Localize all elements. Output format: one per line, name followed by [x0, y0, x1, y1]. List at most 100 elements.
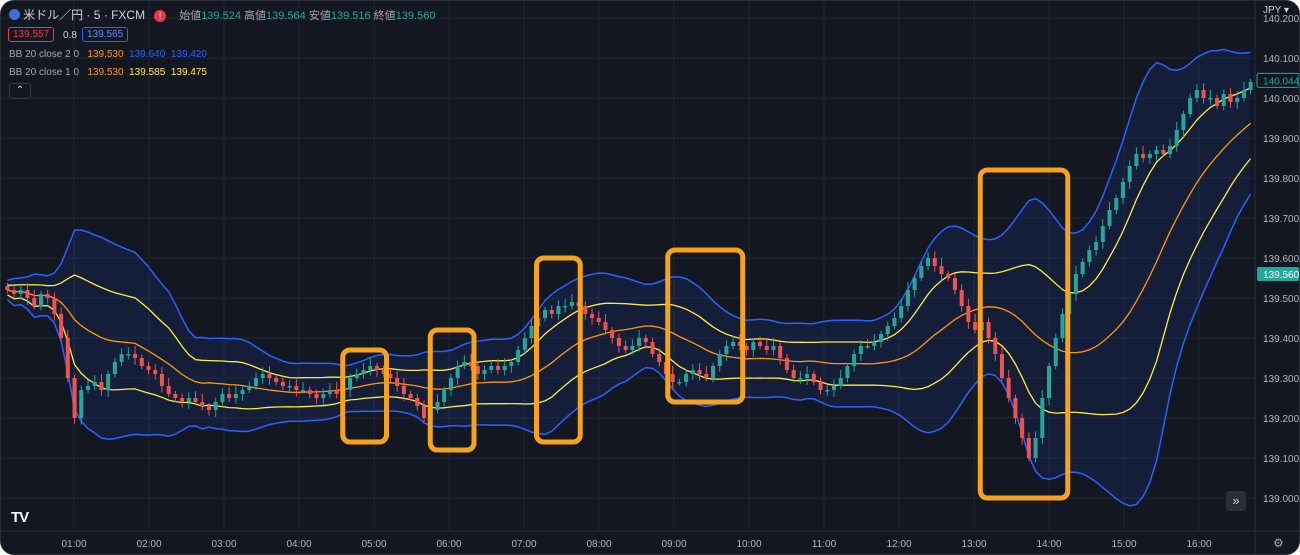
- indicator-bb2[interactable]: BB 20 close 2 0 139.530 139.640 139.420: [9, 49, 207, 60]
- candle: [885, 326, 890, 334]
- candle: [522, 338, 527, 350]
- candle: [556, 306, 561, 314]
- candle: [603, 322, 608, 330]
- candle: [435, 402, 440, 410]
- candle: [92, 382, 97, 386]
- candle: [5, 286, 10, 290]
- candle: [1080, 262, 1085, 274]
- sell-price-button[interactable]: 139.557: [8, 27, 55, 42]
- candle: [1026, 438, 1031, 458]
- candle: [650, 342, 655, 354]
- current-price-label: 140.044: [1263, 76, 1299, 87]
- candle: [1040, 398, 1045, 438]
- buy-price-button[interactable]: 139.565: [82, 27, 129, 42]
- x-tick-label: 15:00: [1111, 539, 1136, 550]
- candle: [784, 358, 789, 370]
- x-tick-label: 02:00: [136, 539, 161, 550]
- candle: [1174, 130, 1179, 146]
- candle: [65, 338, 70, 378]
- double-chevron-right-icon[interactable]: »: [1226, 491, 1246, 511]
- x-tick-label: 04:00: [286, 539, 311, 550]
- candle: [542, 310, 548, 318]
- candle: [502, 366, 507, 370]
- candle: [72, 378, 77, 418]
- candle: [1208, 98, 1213, 100]
- candle: [657, 354, 662, 362]
- candle: [1201, 90, 1206, 98]
- indicator-label: BB 20 close 1 0: [9, 67, 80, 78]
- candle: [112, 362, 117, 374]
- indicator-lower: 139.475: [170, 67, 207, 78]
- candle: [610, 330, 615, 338]
- currency-label: JPY: [1263, 5, 1282, 16]
- candle: [697, 370, 702, 374]
- candle: [206, 406, 211, 410]
- candle: [529, 326, 534, 338]
- y-tick-label: 139.700: [1263, 214, 1299, 225]
- candle: [1194, 90, 1199, 98]
- x-tick-label: 14:00: [1036, 539, 1061, 550]
- candle: [831, 386, 836, 390]
- candle: [186, 398, 191, 402]
- candle: [455, 366, 460, 378]
- candle: [771, 346, 776, 350]
- candle: [220, 394, 225, 402]
- candle: [1235, 98, 1240, 102]
- x-tick-label: 11:00: [812, 539, 837, 550]
- x-tick-label: 10:00: [736, 539, 761, 550]
- candle: [361, 370, 366, 374]
- gear-icon[interactable]: ⚙: [1273, 536, 1284, 550]
- indicator-basis: 139.530: [87, 67, 124, 78]
- candle: [1154, 150, 1159, 154]
- candle: [986, 322, 991, 338]
- y-tick-label: 140.100: [1263, 54, 1299, 65]
- candle: [966, 306, 971, 322]
- y-tick-label: 139.900: [1263, 134, 1299, 145]
- low-label: 安値: [308, 10, 331, 22]
- candle: [999, 354, 1004, 378]
- candle: [354, 374, 359, 378]
- candle: [52, 298, 57, 314]
- candle: [200, 402, 205, 406]
- candle: [952, 278, 957, 290]
- indicator-bb1[interactable]: BB 20 close 1 0 139.530 139.585 139.475: [9, 67, 207, 78]
- candle: [825, 390, 830, 392]
- candle: [12, 290, 17, 294]
- candle: [926, 258, 931, 266]
- y-tick-label: 139.800: [1263, 174, 1299, 185]
- candle: [516, 350, 521, 362]
- candle: [495, 366, 500, 370]
- candle: [946, 274, 951, 278]
- candle: [254, 378, 259, 386]
- candle: [327, 390, 332, 394]
- close-price-label: 139.560: [1263, 270, 1299, 281]
- candle: [710, 366, 716, 378]
- chevron-up-icon[interactable]: ⌃: [9, 83, 31, 99]
- currency-select[interactable]: JPY ▾: [1263, 5, 1289, 16]
- x-tick-label: 01:00: [61, 539, 86, 550]
- candle: [1215, 98, 1220, 106]
- candle: [1181, 114, 1186, 130]
- candle: [623, 346, 628, 350]
- candle: [166, 386, 171, 394]
- header-row: 米ドル／円 · 5 · FXCM ! 始値139.524 高値139.564 安…: [9, 6, 435, 23]
- candlestick-chart[interactable]: 140.200140.100140.000139.900139.800139.7…: [1, 1, 1299, 554]
- candle: [690, 370, 695, 374]
- candle: [1107, 210, 1112, 226]
- y-tick-label: 139.100: [1263, 454, 1299, 465]
- symbol-title[interactable]: 米ドル／円 · 5 · FXCM: [23, 8, 145, 22]
- candle: [899, 306, 904, 318]
- candle: [227, 394, 232, 398]
- candle: [119, 354, 124, 362]
- candle: [858, 346, 863, 354]
- candle: [1100, 226, 1105, 242]
- candle: [704, 374, 709, 378]
- y-tick-label: 139.300: [1263, 374, 1299, 385]
- candle: [395, 378, 400, 386]
- flag-icon: [9, 9, 20, 20]
- alert-icon[interactable]: !: [154, 10, 167, 22]
- candle: [153, 370, 158, 374]
- candle: [106, 374, 111, 390]
- candle: [590, 314, 595, 318]
- candle: [905, 290, 910, 306]
